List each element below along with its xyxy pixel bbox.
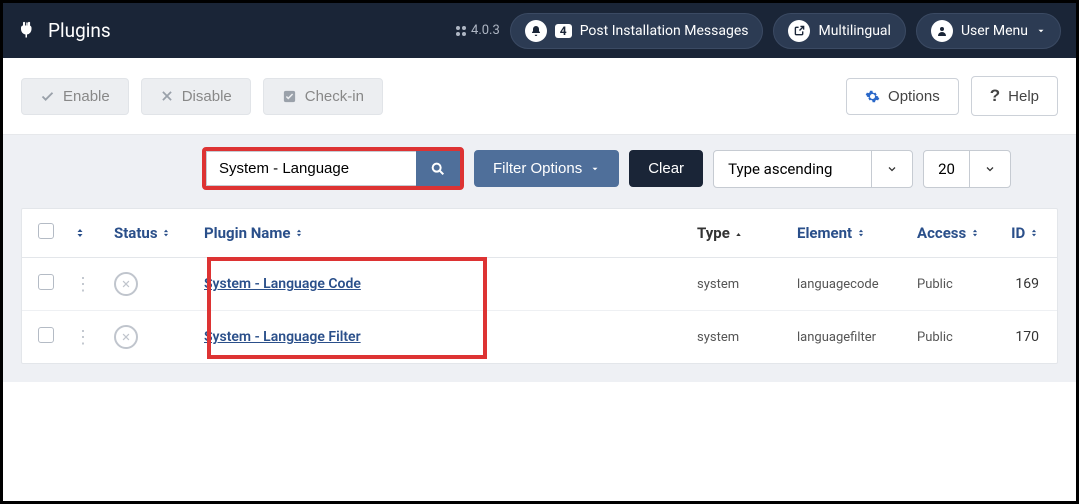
enable-button[interactable]: Enable	[21, 78, 129, 115]
joomla-version: 4.0.3	[455, 23, 500, 38]
row-checkbox[interactable]	[38, 327, 54, 343]
filter-options-button[interactable]: Filter Options	[474, 150, 619, 187]
row-checkbox[interactable]	[38, 274, 54, 290]
column-ordering[interactable]	[64, 209, 104, 258]
row-access: Public	[907, 258, 997, 311]
user-icon	[931, 20, 953, 42]
chevron-down-icon	[970, 163, 1010, 175]
search-button[interactable]	[416, 151, 460, 186]
row-element: languagecode	[787, 258, 907, 311]
user-menu-button[interactable]: User Menu	[916, 13, 1061, 49]
help-button[interactable]: ? Help	[971, 76, 1058, 116]
column-status[interactable]: Status	[104, 209, 194, 258]
limit-select[interactable]: 20	[923, 150, 1011, 188]
chevron-down-icon	[1036, 26, 1046, 36]
row-id: 169	[997, 258, 1057, 311]
notif-count: 4	[555, 24, 572, 38]
sort-select[interactable]: Type ascending	[713, 150, 913, 188]
check-icon	[40, 89, 55, 104]
status-toggle[interactable]	[114, 272, 138, 296]
select-all-checkbox[interactable]	[38, 223, 54, 239]
top-bar: Plugins 4.0.3 4 Post Installation Messag…	[3, 3, 1076, 58]
post-install-messages-button[interactable]: 4 Post Installation Messages	[510, 13, 764, 49]
question-icon: ?	[990, 86, 1000, 106]
checkbox-icon	[282, 89, 297, 104]
search-input[interactable]	[206, 151, 416, 186]
table-row: ⋮ System - Language Code system language…	[22, 258, 1057, 311]
gear-icon	[865, 89, 880, 104]
status-toggle[interactable]	[114, 325, 138, 349]
external-link-icon	[788, 20, 810, 42]
plug-icon	[18, 21, 38, 41]
options-button[interactable]: Options	[846, 78, 959, 115]
search-icon	[430, 161, 446, 177]
search-highlight	[202, 147, 464, 190]
clear-button[interactable]: Clear	[629, 150, 703, 187]
content-area: Filter Options Clear Type ascending 20 S…	[3, 135, 1076, 382]
bell-icon	[525, 20, 547, 42]
row-access: Public	[907, 311, 997, 364]
action-toolbar: Enable Disable Check-in Options ? Help	[3, 58, 1076, 135]
column-element[interactable]: Element	[787, 209, 907, 258]
multilingual-button[interactable]: Multilingual	[773, 13, 905, 49]
checkin-button[interactable]: Check-in	[263, 78, 383, 115]
drag-handle[interactable]: ⋮	[74, 274, 91, 295]
column-type[interactable]: Type	[687, 209, 787, 258]
filter-row: Filter Options Clear Type ascending 20	[21, 147, 1058, 190]
column-access[interactable]: Access	[907, 209, 997, 258]
table-row: ⋮ System - Language Filter system langua…	[22, 311, 1057, 364]
column-plugin-name[interactable]: Plugin Name	[194, 209, 687, 258]
x-icon	[160, 89, 174, 103]
chevron-down-icon	[590, 164, 600, 174]
chevron-down-icon	[872, 163, 912, 175]
plugin-link[interactable]: System - Language Code	[204, 276, 361, 292]
plugins-table: Status Plugin Name Type Element Access I…	[21, 208, 1058, 364]
column-id[interactable]: ID	[997, 209, 1057, 258]
row-element: languagefilter	[787, 311, 907, 364]
page-title: Plugins	[48, 19, 111, 42]
plugin-link[interactable]: System - Language Filter	[204, 329, 361, 345]
row-id: 170	[997, 311, 1057, 364]
row-type: system	[687, 258, 787, 311]
drag-handle[interactable]: ⋮	[74, 327, 91, 348]
row-type: system	[687, 311, 787, 364]
disable-button[interactable]: Disable	[141, 78, 251, 115]
